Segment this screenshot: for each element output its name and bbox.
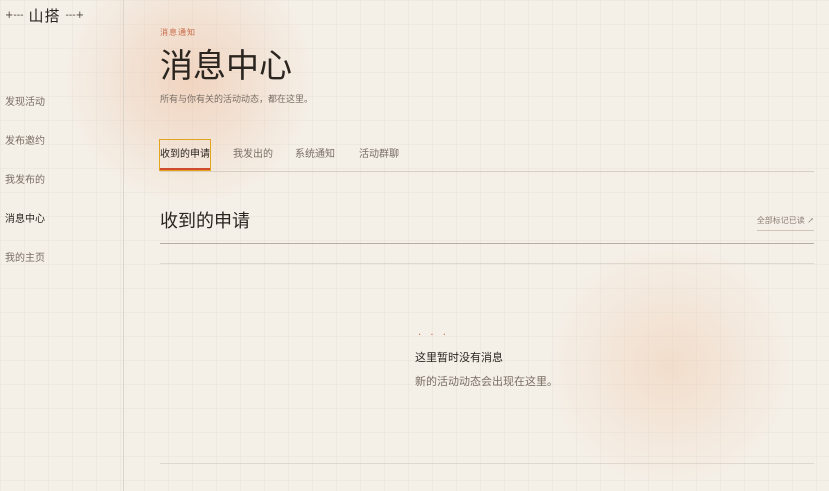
- background-glow: [540, 250, 800, 480]
- logo-text: 山搭: [28, 7, 61, 25]
- section-header: 收到的申请 全部标记已读 ↗: [160, 205, 814, 244]
- sidebar: +--- 山搭 ---+ 发现活动 发布邀约 我发布的 消息中心 我的主页: [0, 0, 124, 491]
- tab-group-chat[interactable]: 活动群聊: [359, 140, 399, 170]
- empty-state-subtitle: 新的活动动态会出现在这里。: [415, 375, 558, 388]
- empty-state-title: 这里暂时没有消息: [415, 351, 503, 364]
- empty-state-dots: · · ·: [418, 330, 449, 341]
- page-title: 消息中心: [160, 46, 292, 85]
- divider: [160, 263, 814, 264]
- tab-sent[interactable]: 我发出的: [233, 140, 273, 170]
- sidebar-item-discover[interactable]: 发现活动: [5, 96, 45, 135]
- sidebar-item-publish[interactable]: 发布邀约: [5, 135, 45, 174]
- empty-state: · · · 这里暂时没有消息 新的活动动态会出现在这里。: [415, 330, 558, 389]
- tab-received-requests[interactable]: 收到的申请: [159, 139, 211, 171]
- tab-bar: 收到的申请 我发出的 系统通知 活动群聊: [159, 139, 814, 172]
- background-grid: [0, 0, 829, 491]
- sidebar-item-profile[interactable]: 我的主页: [5, 252, 45, 291]
- sidebar-nav: 发现活动 发布邀约 我发布的 消息中心 我的主页: [5, 96, 45, 291]
- logo-ornament-right: ---+: [65, 10, 85, 21]
- section-title: 收到的申请: [160, 211, 250, 232]
- page-eyebrow: 消息通知: [160, 28, 196, 37]
- mark-all-read-link[interactable]: 全部标记已读 ↗: [756, 215, 814, 231]
- page-subtitle: 所有与你有关的活动动态，都在这里。: [160, 95, 314, 105]
- sidebar-item-messages[interactable]: 消息中心: [5, 213, 45, 252]
- logo-ornament-left: +---: [5, 10, 24, 21]
- tab-system-notices[interactable]: 系统通知: [295, 140, 335, 170]
- sidebar-item-my-posts[interactable]: 我发布的: [5, 174, 45, 213]
- logo[interactable]: +--- 山搭 ---+: [5, 5, 84, 26]
- divider: [160, 463, 814, 464]
